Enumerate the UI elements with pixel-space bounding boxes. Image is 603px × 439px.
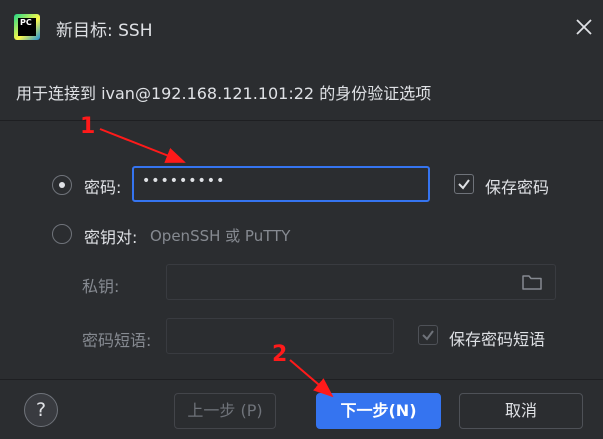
app-icon-label: PC — [18, 18, 36, 36]
key-pair-option-label: 密钥对: — [84, 228, 138, 247]
close-button[interactable] — [572, 15, 596, 39]
key-pair-radio[interactable] — [52, 224, 72, 244]
save-password-checkbox[interactable] — [454, 174, 474, 194]
window-title: 新目标: SSH — [56, 21, 153, 41]
checkmark-icon — [458, 179, 470, 190]
private-key-input[interactable] — [166, 264, 556, 300]
pycharm-app-icon: PC — [14, 14, 40, 40]
auth-description: 用于连接到 ivan@192.168.121.101:22 的身份验证选项 — [16, 84, 432, 103]
previous-button[interactable]: 上一步 (P) — [174, 393, 276, 429]
annotation-marker-2: 2 — [272, 342, 288, 367]
checkmark-icon — [422, 330, 434, 341]
save-passphrase-label: 保存密码短语 — [449, 330, 546, 349]
title-bar: PC 新目标: SSH — [0, 0, 603, 56]
save-password-label: 保存密码 — [485, 178, 550, 197]
password-option-label: 密码: — [84, 178, 122, 197]
close-icon — [576, 19, 592, 35]
annotation-marker-1: 1 — [80, 114, 96, 139]
folder-icon[interactable] — [521, 272, 543, 292]
next-button[interactable]: 下一步(N) — [316, 393, 441, 429]
cancel-button[interactable]: 取消 — [459, 393, 583, 429]
password-radio[interactable] — [52, 175, 72, 195]
passphrase-label: 密码短语: — [82, 331, 152, 350]
private-key-label: 私钥: — [82, 277, 120, 296]
password-input[interactable]: ••••••••• — [132, 166, 430, 202]
password-value: ••••••••• — [142, 173, 226, 189]
save-passphrase-checkbox[interactable] — [418, 325, 438, 345]
key-pair-hint: OpenSSH 或 PuTTY — [150, 227, 291, 245]
help-button[interactable]: ? — [24, 393, 58, 427]
